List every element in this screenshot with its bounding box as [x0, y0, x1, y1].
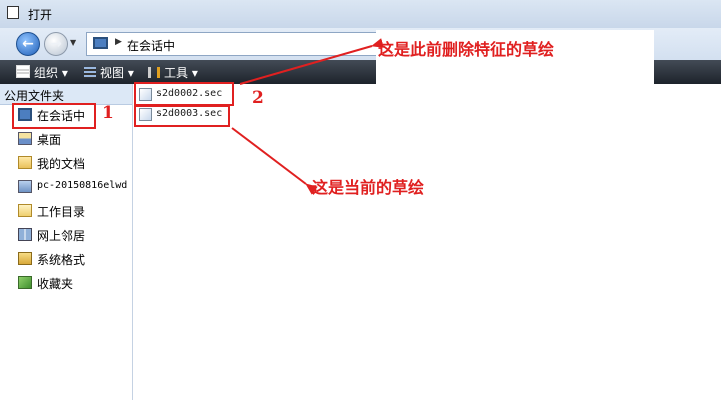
arrow-to-file-1 [239, 38, 384, 85]
annotation-arrows [231, 38, 384, 195]
arrow-to-file-2 [231, 127, 318, 195]
